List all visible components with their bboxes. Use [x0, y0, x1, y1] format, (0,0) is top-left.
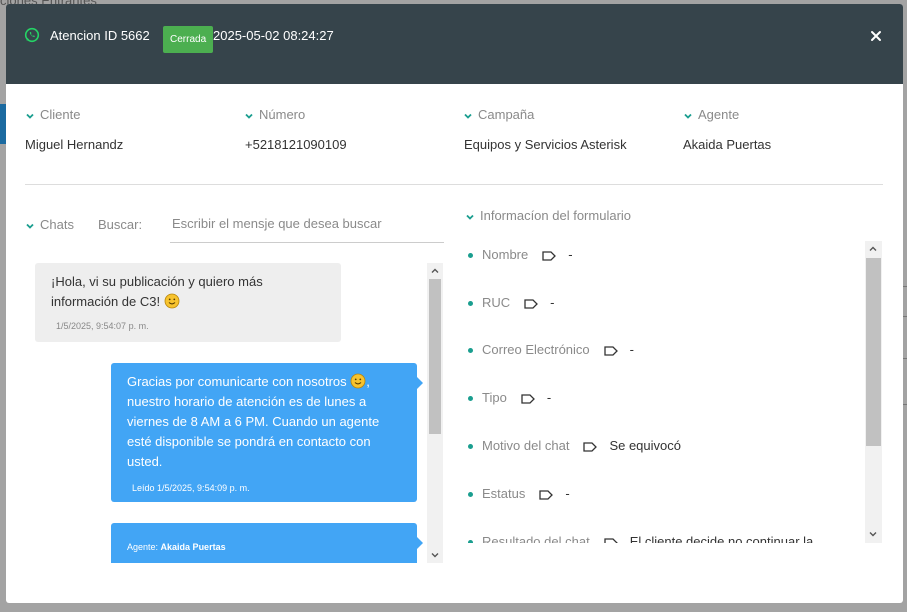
tag-icon	[521, 393, 535, 404]
chevron-down-icon	[26, 113, 34, 119]
atencion-title: Atencion ID 5662	[50, 28, 150, 43]
modal-body: Cliente Miguel Hernandz Número +52181210…	[6, 84, 903, 603]
tag-icon	[524, 298, 539, 309]
chevron-down-icon	[464, 113, 472, 119]
tag-icon	[542, 250, 557, 261]
field-label-text: Campaña	[478, 107, 535, 122]
modal-header: Atencion ID 5662 Cerrada 2025-05-02 08:2…	[6, 4, 903, 84]
form-scroll-thumb[interactable]	[866, 258, 881, 446]
agent-signature: Agente: Akaida Puertas	[127, 542, 226, 552]
chevron-down-icon	[466, 214, 474, 220]
search-label: Buscar:	[98, 217, 143, 232]
chat-scrollbar[interactable]	[427, 263, 443, 563]
form-scrollbar[interactable]	[865, 241, 882, 543]
chats-section-toggle[interactable]: Chats	[25, 217, 74, 232]
outgoing-message: Agente: Akaida Puertas	[111, 523, 423, 563]
field-label-text: Cliente	[40, 107, 81, 122]
chat-history[interactable]: ¡Hola, vi su publicación y quiero más in…	[25, 259, 444, 563]
scroll-up-icon[interactable]	[430, 266, 440, 276]
form-row-estatus: Estatus -	[465, 484, 570, 504]
chat-scroll-thumb[interactable]	[429, 279, 441, 434]
atencion-modal: Atencion ID 5662 Cerrada 2025-05-02 08:2…	[6, 4, 903, 603]
campana-value: Equipos y Servicios Asterisk	[464, 137, 627, 152]
atencion-datetime: 2025-05-02 08:24:27	[213, 28, 334, 43]
scroll-down-icon[interactable]	[430, 550, 440, 560]
chevron-down-icon	[245, 113, 253, 119]
form-title-text: Informacíon del formulario	[480, 208, 632, 223]
message-text: Gracias por comunicarte con nosotros , n…	[127, 373, 380, 469]
bullet-icon	[468, 492, 473, 498]
close-icon[interactable]	[869, 29, 883, 43]
bullet-icon	[468, 348, 473, 354]
search-input[interactable]	[170, 205, 444, 243]
bullet-icon	[468, 253, 473, 259]
smiley-icon	[350, 373, 366, 389]
agente-label[interactable]: Agente	[683, 107, 739, 122]
form-row-correo: Correo Electrónico -	[465, 340, 634, 360]
form-row-motivo: Motivo del chat Se equivocó	[465, 436, 681, 456]
smiley-icon	[164, 293, 180, 309]
message-read-timestamp: Leído 1/5/2025, 9:54:09 p. m.	[132, 483, 250, 493]
tag-icon	[539, 489, 554, 500]
form-row-tipo: Tipo -	[465, 388, 551, 408]
cliente-value: Miguel Hernandz	[25, 137, 124, 152]
status-badge: Cerrada	[163, 26, 214, 53]
outgoing-message: Gracias por comunicarte con nosotros , n…	[111, 363, 423, 502]
chevron-down-icon	[26, 223, 34, 229]
form-info-list[interactable]: Nombre - RUC - Correo Electrónico - Tipo - M…	[465, 241, 884, 543]
scroll-up-icon[interactable]	[868, 244, 878, 254]
tag-icon	[583, 441, 598, 452]
message-timestamp: 1/5/2025, 9:54:07 p. m.	[56, 321, 149, 331]
cliente-label[interactable]: Cliente	[25, 107, 80, 122]
scroll-down-icon[interactable]	[868, 529, 878, 539]
bullet-icon	[468, 301, 473, 307]
bullet-icon	[468, 540, 473, 543]
form-row-nombre: Nombre -	[465, 245, 573, 265]
bullet-icon	[468, 396, 473, 402]
incoming-message: ¡Hola, vi su publicación y quiero más in…	[35, 263, 341, 342]
field-label-text: Número	[259, 107, 306, 122]
numero-value: +5218121090109	[245, 137, 347, 152]
chevron-down-icon	[684, 113, 692, 119]
campana-label[interactable]: Campaña	[463, 107, 534, 122]
message-text: ¡Hola, vi su publicación y quiero más in…	[51, 274, 263, 309]
form-section-toggle[interactable]: Informacíon del formulario	[465, 208, 631, 223]
section-divider	[25, 184, 883, 185]
bullet-icon	[468, 444, 473, 450]
numero-label[interactable]: Número	[244, 107, 305, 122]
tag-icon	[604, 537, 618, 543]
form-row-ruc: RUC -	[465, 293, 555, 313]
form-row-resultado: Resultado del chat El cliente decide no c…	[465, 532, 813, 543]
field-label-text: Agente	[698, 107, 740, 122]
chats-label-text: Chats	[40, 217, 74, 232]
agente-value: Akaida Puertas	[683, 137, 772, 152]
tag-icon	[604, 345, 618, 356]
whatsapp-icon	[24, 27, 40, 43]
